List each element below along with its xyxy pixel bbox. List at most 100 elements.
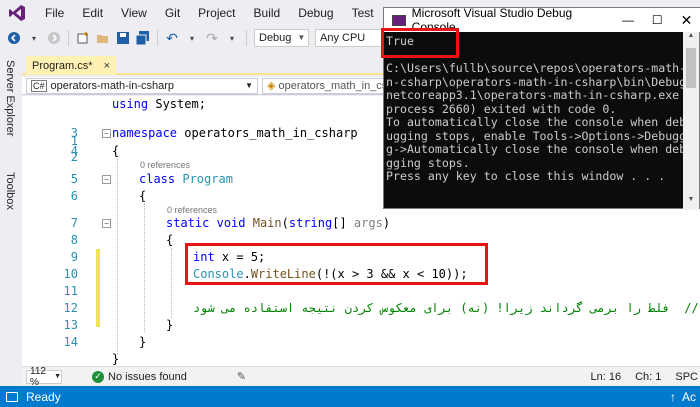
undo-icon[interactable]: ↶ — [164, 30, 180, 46]
project-name: operators-math-in-csharp — [50, 79, 175, 92]
arrow-up-icon[interactable]: ↑ — [670, 390, 676, 404]
visual-studio-window: File Edit View Git Project Build Debug T… — [0, 0, 700, 407]
status-window-icon — [6, 391, 18, 402]
save-all-icon[interactable] — [135, 30, 151, 46]
highlight-box-output — [381, 28, 459, 58]
menu-test[interactable]: Test — [343, 0, 383, 26]
code-line-comment: // فلط را برمی گرداند زیرا! (نه) برای مع… — [193, 301, 699, 315]
codelens-references[interactable]: 0 references — [140, 160, 190, 170]
code-line-using: using System; — [112, 97, 206, 111]
highlight-box-code — [185, 243, 488, 285]
server-explorer-tab[interactable]: Server Explorer — [4, 60, 16, 136]
configuration-value: Debug — [259, 32, 292, 44]
collapse-method-icon[interactable]: − — [102, 219, 111, 228]
line-number: 4 — [70, 144, 78, 158]
line-number: 7 — [70, 216, 78, 230]
menu-file[interactable]: File — [36, 0, 73, 26]
void-keyword: void — [216, 216, 246, 230]
menu-view[interactable]: View — [112, 0, 156, 26]
collapse-class-icon[interactable]: − — [102, 175, 111, 184]
status-right-text[interactable]: Ac — [682, 390, 696, 404]
dropdown-arrow-icon[interactable]: ▾ — [26, 30, 42, 46]
console-output: True C:\Users\fullb\source\repos\operato… — [386, 34, 684, 183]
line-number-gutter: 1 2 3 4 5 6 7 8 9 10 11 12 13 14 15 — [22, 96, 78, 366]
collapse-namespace-icon[interactable]: − — [102, 129, 111, 138]
redo-icon[interactable]: ↷ — [204, 30, 220, 46]
static-keyword: static — [166, 216, 210, 230]
namespace-keyword: namespace — [112, 126, 178, 140]
line-number: 13 — [63, 318, 78, 332]
brush-icon[interactable]: ✎ — [237, 370, 246, 383]
class-icon: ◈ — [267, 80, 276, 92]
code-line-main: static void Main(string[] args) — [166, 216, 391, 230]
line-number: 10 — [63, 267, 78, 281]
editor-status-bar: 112 % ▼ ✓ No issues found ✎ Ln: 16 Ch: 1 … — [22, 366, 700, 388]
zoom-value: 112 % — [30, 365, 46, 388]
line-number: 14 — [63, 335, 78, 349]
menu-project[interactable]: Project — [189, 0, 244, 26]
close-icon[interactable]: × — [104, 60, 110, 72]
whitespace-indicator: SPC — [675, 370, 698, 383]
chevron-down-icon: ▼ — [297, 33, 306, 42]
using-keyword: using — [112, 97, 149, 111]
debug-console-window[interactable]: Microsoft Visual Studio Debug Console — … — [381, 6, 700, 210]
console-app-icon — [392, 14, 406, 26]
open-file-icon[interactable] — [95, 30, 111, 46]
zoom-select[interactable]: 112 % ▼ — [26, 366, 62, 388]
member-dropdown[interactable]: ◈ operators_math_in_cs — [262, 77, 392, 94]
side-tool-tabs: Server Explorer Toolbox — [0, 54, 22, 384]
project-dropdown[interactable]: C# operators-math-in-csharp ▼ — [26, 77, 258, 94]
menu-edit[interactable]: Edit — [73, 0, 112, 26]
code-line-brace: { — [166, 233, 174, 247]
line-number: 5 — [70, 172, 78, 186]
line-indicator: Ln: 16 — [590, 370, 622, 383]
scroll-down-icon[interactable]: ▼ — [683, 196, 699, 210]
save-icon[interactable] — [115, 30, 131, 46]
toolbar-separator — [68, 30, 69, 46]
minimize-icon[interactable]: — — [614, 13, 643, 27]
dropdown-arrow-icon[interactable]: ▾ — [224, 30, 240, 46]
console-scrollbar[interactable]: ▲ ▼ — [683, 32, 699, 210]
forward-icon[interactable] — [46, 30, 62, 46]
configuration-select[interactable]: Debug ▼ — [254, 29, 309, 47]
class-name: Program — [182, 172, 233, 186]
menu-debug[interactable]: Debug — [289, 0, 342, 26]
code-line-brace: } — [112, 352, 120, 366]
maximize-icon[interactable]: ☐ — [643, 13, 672, 27]
codelens-references[interactable]: 0 references — [167, 205, 217, 215]
class-keyword: class — [139, 172, 176, 186]
menu-git[interactable]: Git — [156, 0, 189, 26]
close-icon[interactable]: ✕ — [672, 12, 700, 29]
line-number: 6 — [70, 189, 78, 203]
menu-build[interactable]: Build — [245, 0, 290, 26]
tab-title: Program.cs* — [32, 59, 93, 72]
namespace-name: operators_math_in_csharp — [184, 126, 358, 140]
line-number: 3 — [70, 126, 78, 140]
parameter-name: args — [353, 216, 383, 230]
line-number: 12 — [63, 301, 78, 315]
check-circle-icon: ✓ — [92, 370, 104, 383]
toolbox-tab[interactable]: Toolbox — [4, 172, 16, 210]
chevron-down-icon: ▼ — [54, 373, 61, 380]
scroll-thumb[interactable] — [686, 48, 696, 88]
tab-program-cs[interactable]: Program.cs* × — [26, 56, 116, 75]
new-project-icon[interactable] — [75, 30, 91, 46]
line-number: 9 — [70, 250, 78, 264]
code-line-namespace: namespace operators_math_in_csharp — [112, 126, 358, 140]
member-name: operators_math_in_cs — [278, 79, 388, 92]
status-bar: Ready ↑ Ac — [0, 386, 700, 407]
dropdown-arrow-icon[interactable]: ▾ — [184, 30, 200, 46]
csharp-project-icon: C# — [31, 79, 47, 92]
system-ns: System; — [155, 97, 206, 111]
method-name: Main — [252, 216, 282, 230]
code-line-brace: { — [139, 189, 147, 203]
issues-label[interactable]: No issues found — [108, 371, 187, 383]
status-text: Ready — [26, 389, 61, 404]
code-line-class: class Program — [139, 172, 233, 186]
change-indicator-bar — [96, 249, 100, 327]
scroll-up-icon[interactable]: ▲ — [683, 32, 699, 46]
string-keyword: string — [288, 216, 333, 230]
code-line-brace: } — [166, 318, 174, 332]
visual-studio-logo-icon[interactable] — [6, 2, 28, 24]
back-icon[interactable] — [6, 30, 22, 46]
